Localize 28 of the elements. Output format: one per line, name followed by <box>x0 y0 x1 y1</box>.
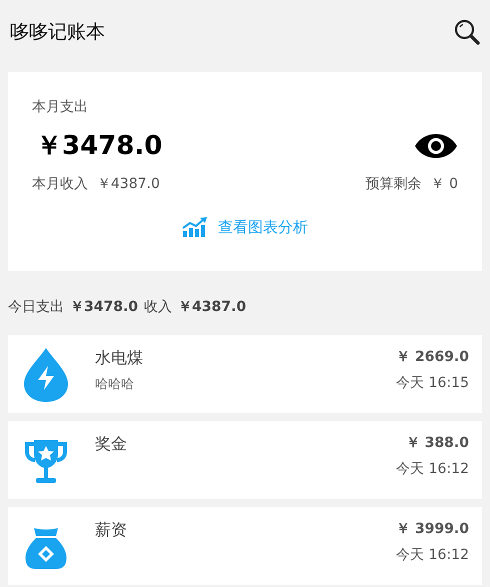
record-item[interactable]: 薪资 ￥ 3999.0 今天 16:12 <box>8 507 482 585</box>
record-amount: ￥ 388.0 <box>406 434 469 452</box>
eye-icon[interactable] <box>414 132 458 158</box>
record-name: 水电煤 <box>95 348 144 369</box>
today-income-label: 收入 <box>144 298 172 317</box>
record-time: 今天 16:12 <box>396 546 469 564</box>
trophy-icon <box>24 440 68 484</box>
chart-icon <box>182 217 208 237</box>
today-expense-amount: ￥3478.0 <box>70 298 138 317</box>
today-expense-label: 今日支出 <box>8 298 64 317</box>
today-income-amount: ￥4387.0 <box>178 298 246 317</box>
expense-amount: ￥3478.0 <box>36 130 162 163</box>
expense-label: 本月支出 <box>32 98 88 116</box>
record-name: 薪资 <box>95 520 128 541</box>
record-time: 今天 16:15 <box>396 374 469 392</box>
search-icon[interactable] <box>454 18 480 44</box>
record-time: 今天 16:12 <box>396 460 469 478</box>
money-bag-icon <box>24 526 68 570</box>
record-item[interactable]: 奖金 ￥ 388.0 今天 16:12 <box>8 421 482 499</box>
income-text: 本月收入 ￥4387.0 <box>32 175 160 193</box>
record-item[interactable]: 水电煤 哈哈哈 ￥ 2669.0 今天 16:15 <box>8 335 482 413</box>
record-amount: ￥ 2669.0 <box>396 348 469 366</box>
record-amount: ￥ 3999.0 <box>396 520 469 538</box>
water-drop-icon <box>24 348 68 402</box>
budget-text: 预算剩余 ￥ 0 <box>366 175 458 193</box>
app-title: 哆哆记账本 <box>10 20 105 44</box>
record-note: 哈哈哈 <box>95 376 135 393</box>
record-name: 奖金 <box>95 434 128 455</box>
